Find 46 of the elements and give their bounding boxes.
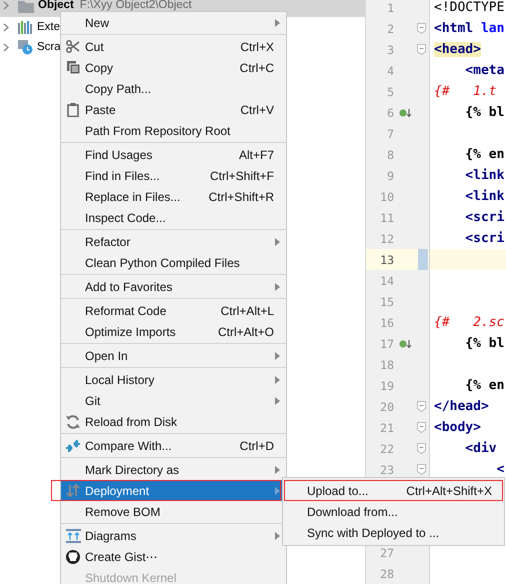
- code-line: <: [496, 462, 504, 477]
- tree-label: Scra: [37, 41, 61, 53]
- line-number: 21: [379, 420, 394, 434]
- line-number: 27: [379, 546, 394, 560]
- line-number: 22: [379, 442, 394, 456]
- line-number: 4: [386, 64, 394, 78]
- code-line: <html lan: [434, 21, 504, 36]
- line-number: 16: [379, 316, 394, 330]
- code-line: {% en: [464, 378, 504, 393]
- tree-label: Object: [38, 0, 74, 11]
- line-number: 13: [379, 252, 394, 266]
- line-number: 12: [379, 232, 394, 246]
- code-line: {% bl: [464, 105, 504, 120]
- line-number: 6: [386, 106, 394, 120]
- path-text: F:\Xyy Object2\Object: [80, 0, 192, 11]
- code-line: <scri: [464, 210, 504, 225]
- line-number: 2: [386, 22, 394, 36]
- line-number: 28: [379, 566, 394, 580]
- code-line: <link: [464, 189, 504, 204]
- code-line: <meta: [464, 63, 504, 78]
- line-number: 11: [379, 210, 394, 224]
- code-line: {% bl: [464, 336, 504, 351]
- line-number: 1: [386, 0, 394, 14]
- line-number: 9: [386, 168, 394, 182]
- code-line: <!DOCTYPE: [434, 0, 504, 15]
- line-number: 15: [379, 294, 394, 308]
- line-number: 14: [379, 274, 394, 288]
- line-number: 7: [386, 126, 394, 140]
- line-number: 19: [379, 378, 394, 392]
- tree-label: Exte: [37, 21, 60, 33]
- line-number: 23: [379, 462, 394, 476]
- code-line: </head>: [434, 399, 489, 414]
- line-number: 18: [379, 358, 394, 372]
- line-number: 10: [379, 190, 394, 204]
- code-line: {# 2.sc: [434, 315, 504, 330]
- code-line: <div: [464, 441, 497, 456]
- line-number: 3: [386, 42, 394, 56]
- code-line: {# 1.t: [434, 84, 497, 99]
- code-line: <scri: [464, 231, 504, 246]
- code-line: <link: [464, 168, 504, 183]
- line-number: 5: [386, 84, 394, 98]
- line-number: 8: [386, 148, 394, 162]
- code-line: <body>: [434, 420, 481, 435]
- line-number: 20: [379, 400, 394, 414]
- line-number: 17: [379, 336, 394, 350]
- code-line: {% en: [464, 147, 504, 162]
